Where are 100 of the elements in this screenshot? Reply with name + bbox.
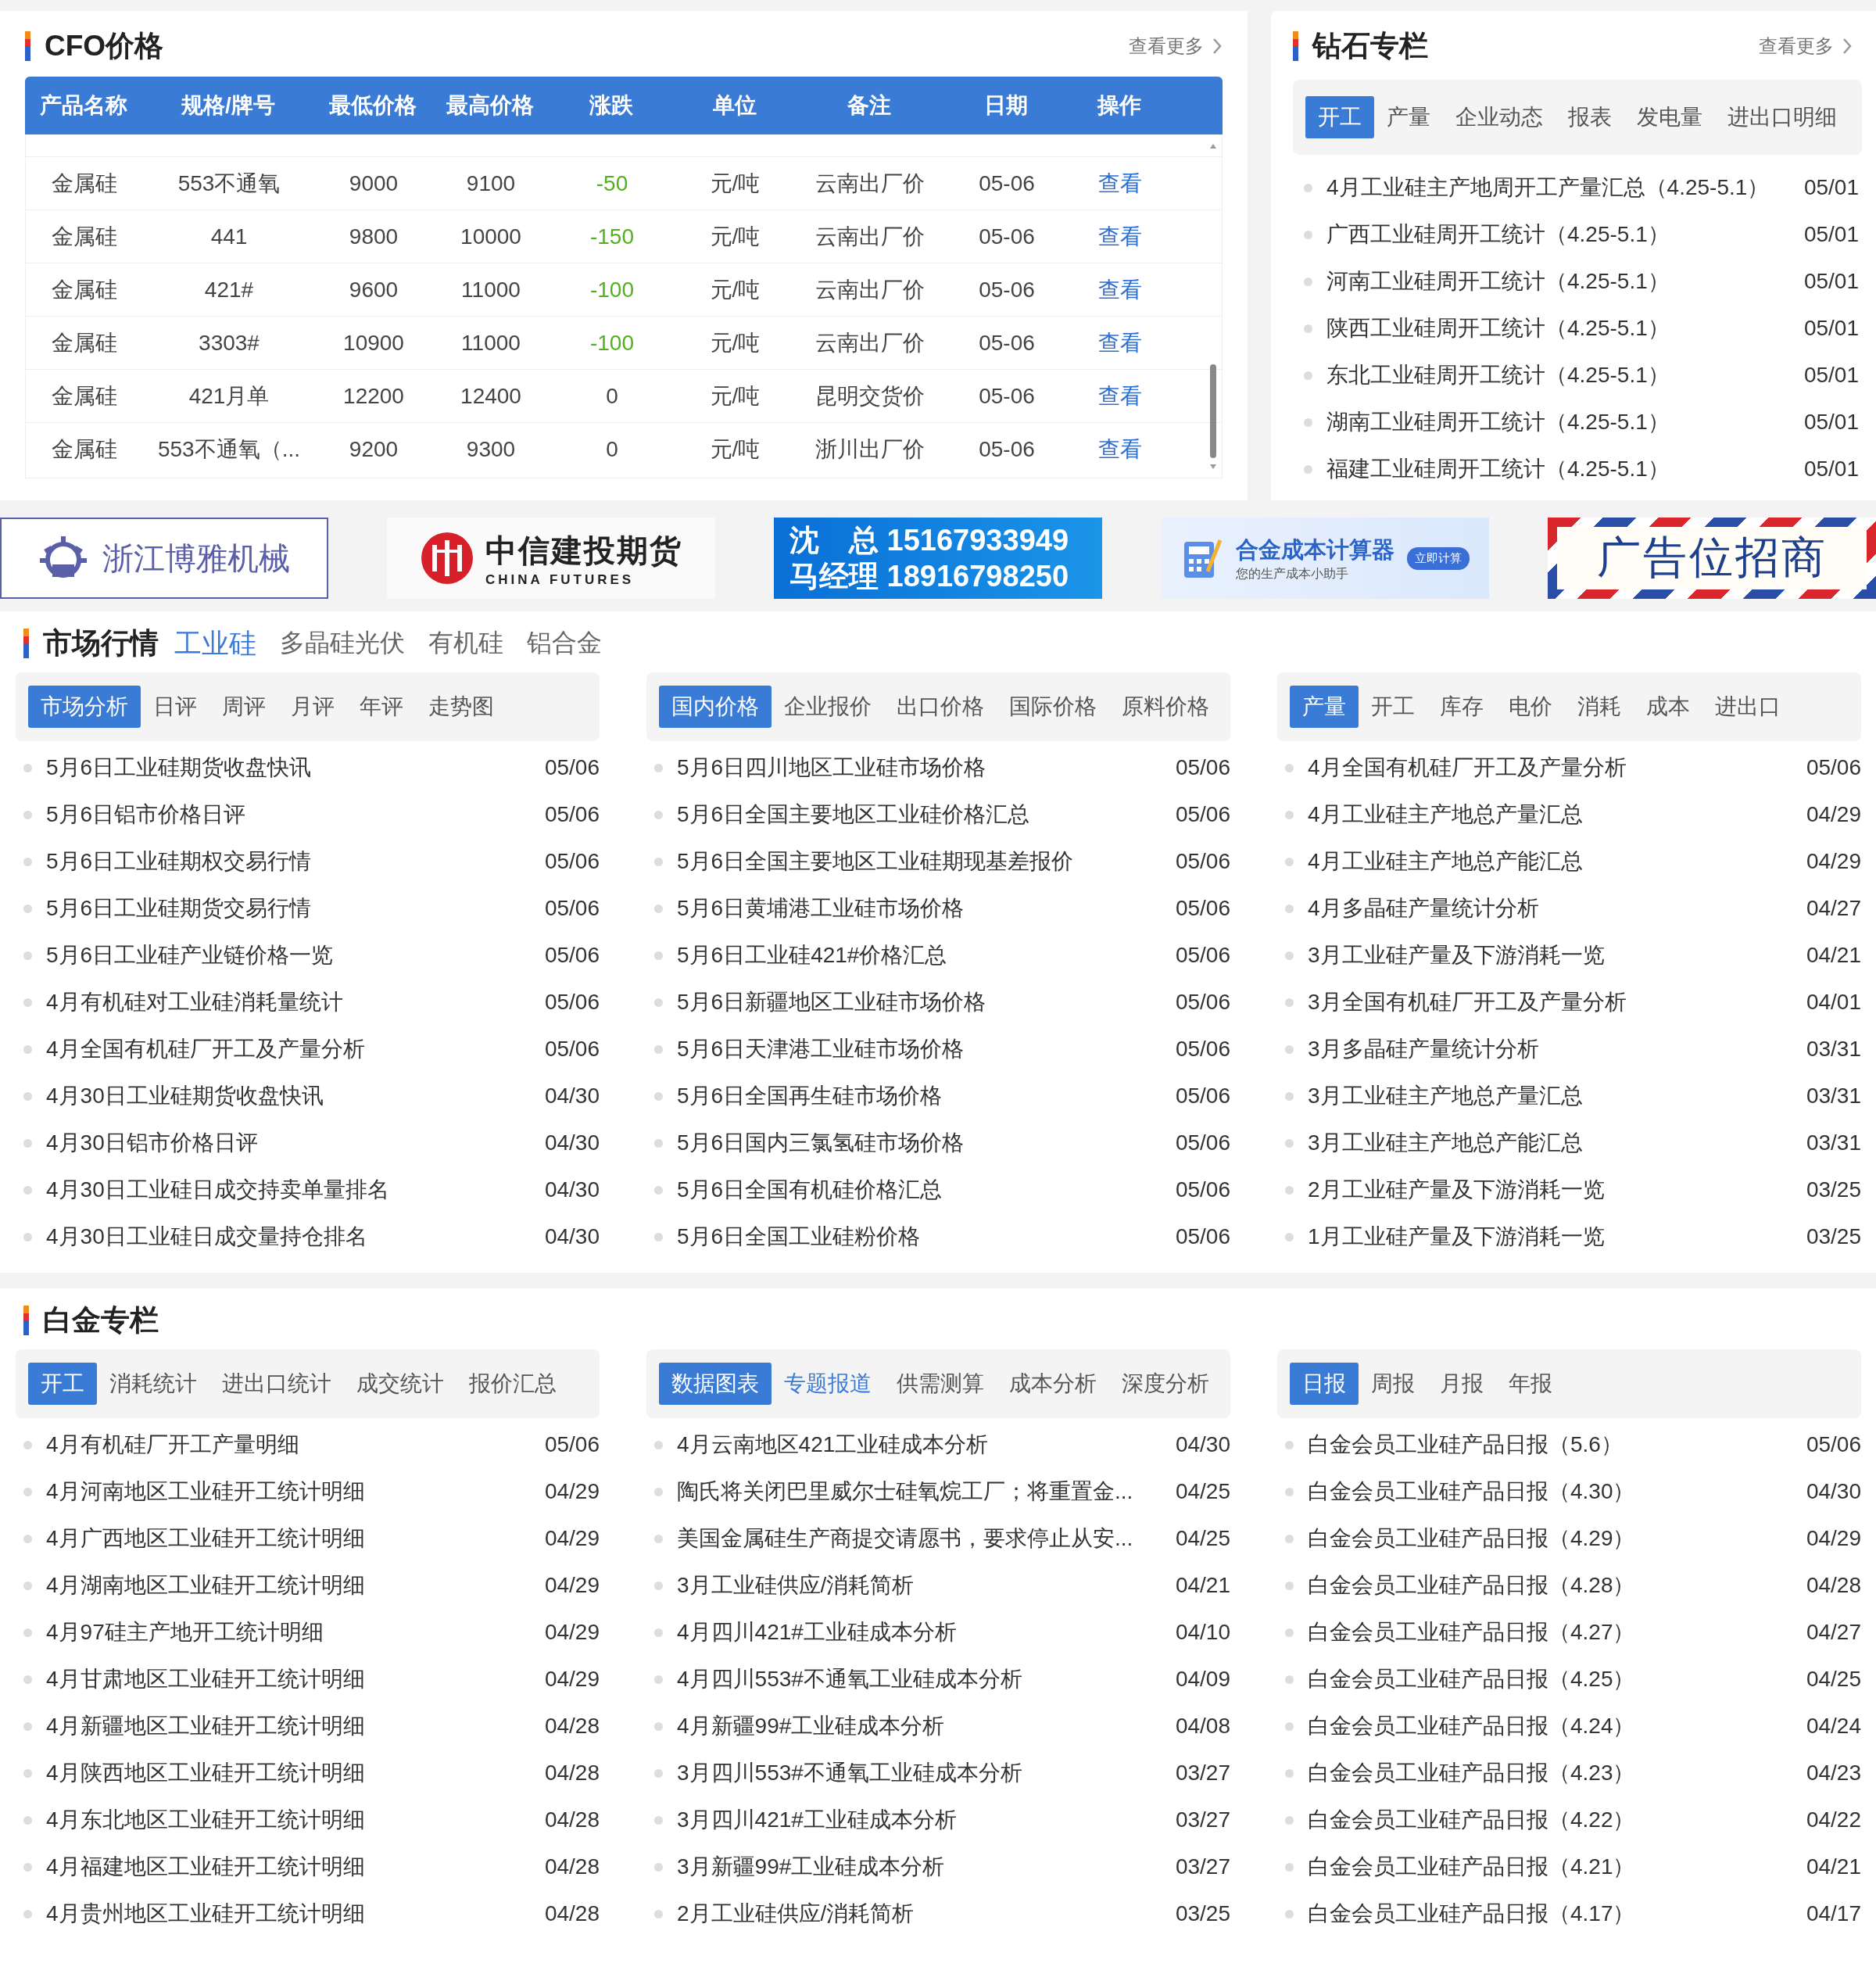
tab[interactable]: 出口价格 — [884, 686, 997, 728]
article-link[interactable]: 白金会员工业硅产品日报（4.29） — [1308, 1524, 1635, 1553]
article-link[interactable]: 4月有机硅厂开工产量明细 — [46, 1430, 299, 1460]
view-link[interactable]: 查看 — [1098, 224, 1142, 249]
article-link[interactable]: 白金会员工业硅产品日报（5.6） — [1308, 1430, 1623, 1460]
more-link[interactable]: 查看更多 — [1759, 34, 1853, 59]
calculate-button[interactable]: 立即计算 — [1406, 546, 1470, 570]
article-link[interactable]: 5月6日黄埔港工业硅市场价格 — [677, 894, 965, 923]
article-link[interactable]: 4月97硅主产地开工统计明细 — [46, 1617, 324, 1647]
article-link[interactable]: 4月全国有机硅厂开工及产量分析 — [46, 1034, 365, 1064]
category-tab[interactable]: 多晶硅光伏 — [280, 626, 405, 661]
article-link[interactable]: 3月四川553#不通氧工业硅成本分析 — [677, 1758, 1022, 1788]
tab[interactable]: 数据图表 — [659, 1363, 772, 1405]
article-link[interactable]: 4月工业硅主产地总产能汇总 — [1308, 847, 1583, 876]
tab[interactable]: 月报 — [1427, 1363, 1496, 1405]
article-link[interactable]: 白金会员工业硅产品日报（4.27） — [1308, 1617, 1635, 1647]
tab[interactable]: 产量 — [1374, 96, 1443, 138]
article-link[interactable]: 5月6日工业硅期货交易行情 — [46, 894, 312, 923]
article-link[interactable]: 美国金属硅生产商提交请愿书，要求停止从安... — [677, 1524, 1133, 1553]
tab[interactable]: 月评 — [278, 686, 347, 728]
ad-banner[interactable]: 广告位招商 — [1548, 518, 1876, 599]
article-link[interactable]: 4月东北地区工业硅开工统计明细 — [46, 1805, 365, 1835]
article-link[interactable]: 白金会员工业硅产品日报（4.22） — [1308, 1805, 1635, 1835]
article-link[interactable]: 4月30日工业硅期货收盘快讯 — [46, 1081, 324, 1111]
article-link[interactable]: 4月湖南地区工业硅开工统计明细 — [46, 1571, 365, 1600]
tab[interactable]: 专题报道 — [772, 1363, 884, 1405]
tab[interactable]: 周报 — [1359, 1363, 1427, 1405]
article-link[interactable]: 5月6日铝市价格日评 — [46, 800, 246, 829]
article-link[interactable]: 4月福建地区工业硅开工统计明细 — [46, 1852, 365, 1882]
tab[interactable]: 日评 — [141, 686, 209, 728]
article-link[interactable]: 福建工业硅周开工统计（4.25-5.1） — [1326, 454, 1670, 484]
article-link[interactable]: 白金会员工业硅产品日报（4.25） — [1308, 1664, 1635, 1694]
article-link[interactable]: 4月多晶硅产量统计分析 — [1308, 894, 1539, 923]
contact-banner[interactable]: 沈 总 15167933949 马经理 18916798250 — [774, 518, 1102, 599]
tab[interactable]: 年报 — [1496, 1363, 1565, 1405]
article-link[interactable]: 4月贵州地区工业硅开工统计明细 — [46, 1899, 365, 1929]
tab[interactable]: 成交统计 — [344, 1363, 456, 1405]
tab[interactable]: 开工 — [1359, 686, 1427, 728]
tab[interactable]: 深度分析 — [1109, 1363, 1222, 1405]
article-link[interactable]: 5月6日全国有机硅价格汇总 — [677, 1175, 943, 1205]
tab[interactable]: 周评 — [209, 686, 278, 728]
tab[interactable]: 供需测算 — [884, 1363, 997, 1405]
article-link[interactable]: 白金会员工业硅产品日报（4.28） — [1308, 1571, 1635, 1600]
article-link[interactable]: 白金会员工业硅产品日报（4.24） — [1308, 1711, 1635, 1741]
tab[interactable]: 报表 — [1556, 96, 1624, 138]
article-link[interactable]: 3月工业硅主产地总产能汇总 — [1308, 1128, 1583, 1158]
article-link[interactable]: 5月6日全国主要地区工业硅期现基差报价 — [677, 847, 1074, 876]
article-link[interactable]: 4月30日工业硅日成交持卖单量排名 — [46, 1175, 389, 1205]
tab[interactable]: 日报 — [1290, 1363, 1359, 1405]
article-link[interactable]: 4月有机硅对工业硅消耗量统计 — [46, 987, 343, 1017]
article-link[interactable]: 白金会员工业硅产品日报（4.21） — [1308, 1852, 1635, 1882]
article-link[interactable]: 3月四川421#工业硅成本分析 — [677, 1805, 957, 1835]
tab[interactable]: 原料价格 — [1109, 686, 1222, 728]
article-link[interactable]: 3月新疆99#工业硅成本分析 — [677, 1852, 945, 1882]
article-link[interactable]: 东北工业硅周开工统计（4.25-5.1） — [1326, 360, 1670, 390]
article-link[interactable]: 5月6日新疆地区工业硅市场价格 — [677, 987, 986, 1017]
category-tab[interactable]: 有机硅 — [428, 626, 503, 661]
article-link[interactable]: 2月工业硅产量及下游消耗一览 — [1308, 1175, 1605, 1205]
tab[interactable]: 开工 — [28, 1363, 97, 1405]
article-link[interactable]: 4月四川421#工业硅成本分析 — [677, 1617, 957, 1647]
view-link[interactable]: 查看 — [1098, 383, 1142, 408]
tab[interactable]: 成本 — [1634, 686, 1702, 728]
article-link[interactable]: 5月6日四川地区工业硅市场价格 — [677, 753, 986, 783]
tab[interactable]: 国内价格 — [659, 686, 772, 728]
article-link[interactable]: 3月工业硅供应/消耗简析 — [677, 1571, 915, 1600]
article-link[interactable]: 4月工业硅主产地周开工产量汇总（4.25-5.1） — [1326, 173, 1770, 202]
tab[interactable]: 消耗 — [1565, 686, 1634, 728]
article-link[interactable]: 4月全国有机硅厂开工及产量分析 — [1308, 753, 1627, 783]
tab[interactable]: 电价 — [1496, 686, 1565, 728]
tab[interactable]: 报价汇总 — [456, 1363, 569, 1405]
article-link[interactable]: 1月工业硅产量及下游消耗一览 — [1308, 1222, 1605, 1252]
tab[interactable]: 国际价格 — [997, 686, 1109, 728]
view-link[interactable]: 查看 — [1098, 330, 1142, 355]
article-link[interactable]: 5月6日工业硅产业链价格一览 — [46, 940, 334, 970]
article-link[interactable]: 河南工业硅周开工统计（4.25-5.1） — [1326, 267, 1670, 296]
article-link[interactable]: 5月6日天津港工业硅市场价格 — [677, 1034, 965, 1064]
article-link[interactable]: 5月6日国内三氯氢硅市场价格 — [677, 1128, 965, 1158]
tab[interactable]: 企业动态 — [1443, 96, 1556, 138]
article-link[interactable]: 4月云南地区421工业硅成本分析 — [677, 1430, 989, 1460]
view-link[interactable]: 查看 — [1098, 170, 1142, 195]
tab[interactable]: 市场分析 — [28, 686, 141, 728]
category-tab[interactable]: 铝合金 — [527, 626, 602, 661]
tab[interactable]: 企业报价 — [772, 686, 884, 728]
article-link[interactable]: 陕西工业硅周开工统计（4.25-5.1） — [1326, 313, 1670, 343]
article-link[interactable]: 4月甘肃地区工业硅开工统计明细 — [46, 1664, 365, 1694]
article-link[interactable]: 4月广西地区工业硅开工统计明细 — [46, 1524, 365, 1553]
article-link[interactable]: 5月6日全国工业硅粉价格 — [677, 1222, 921, 1252]
tab[interactable]: 成本分析 — [997, 1363, 1109, 1405]
article-link[interactable]: 4月四川553#不通氧工业硅成本分析 — [677, 1664, 1022, 1694]
article-link[interactable]: 4月河南地区工业硅开工统计明细 — [46, 1477, 365, 1506]
article-link[interactable]: 3月工业硅主产地总产量汇总 — [1308, 1081, 1583, 1111]
article-link[interactable]: 5月6日全国主要地区工业硅价格汇总 — [677, 800, 1030, 829]
tab[interactable]: 发电量 — [1624, 96, 1715, 138]
tab[interactable]: 走势图 — [416, 686, 507, 728]
machinery-banner[interactable]: 浙江博雅机械 — [0, 518, 328, 599]
article-link[interactable]: 白金会员工业硅产品日报（4.23） — [1308, 1758, 1635, 1788]
article-link[interactable]: 4月新疆地区工业硅开工统计明细 — [46, 1711, 365, 1741]
view-link[interactable]: 查看 — [1098, 277, 1142, 302]
more-link[interactable]: 查看更多 — [1129, 34, 1223, 59]
article-link[interactable]: 3月工业硅产量及下游消耗一览 — [1308, 940, 1605, 970]
